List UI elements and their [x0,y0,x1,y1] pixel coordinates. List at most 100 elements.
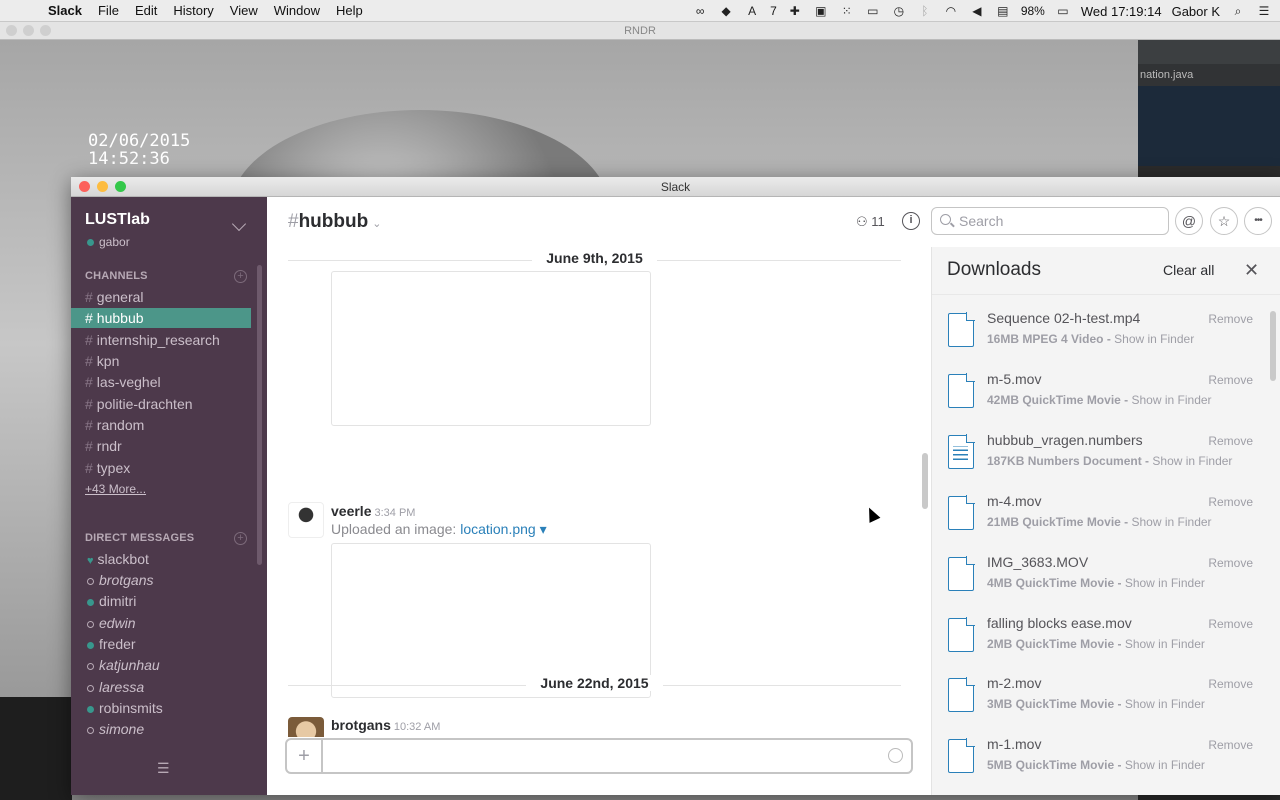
menu-history[interactable]: History [173,3,213,18]
spotlight-icon[interactable]: ⌕ [1230,4,1246,19]
agent-icon[interactable]: ▣ [813,4,829,18]
download-item[interactable]: IMG_3683.MOV 4MB QuickTime Movie - Show … [932,548,1267,609]
remove-button[interactable]: Remove [1208,617,1253,631]
avatar[interactable] [288,502,324,538]
download-item[interactable]: m-2.mov 3MB QuickTime Movie - Show in Fi… [932,669,1267,730]
show-in-finder-link[interactable]: Show in Finder [1152,454,1232,468]
menu-view[interactable]: View [230,3,258,18]
message-author[interactable]: brotgans 10:32 AM [331,717,440,733]
bluetooth-icon[interactable]: ᛒ [917,4,933,18]
remove-button[interactable]: Remove [1208,738,1253,752]
remove-button[interactable]: Remove [1208,677,1253,691]
chevron-down-icon[interactable]: ▾ [536,521,547,537]
sidebar-item-kpn[interactable]: # kpn [71,351,251,371]
emoji-icon[interactable] [888,748,903,763]
plus-icon[interactable]: + [287,740,323,772]
dm-simone[interactable]: simone [71,719,251,739]
show-in-finder-link[interactable]: Show in Finder [1125,637,1205,651]
quick-switcher-icon[interactable]: ☰ [157,760,179,778]
wifi-icon[interactable]: ◠ [943,4,959,18]
more-options-button[interactable]: ••• [1244,207,1272,235]
dm-brotgans[interactable]: brotgans [71,570,251,590]
adobe-icon[interactable]: A [744,4,760,18]
remove-button[interactable]: Remove [1208,434,1253,448]
sidebar-item-typex[interactable]: # typex [71,458,251,478]
remove-button[interactable]: Remove [1208,495,1253,509]
dm-slackbot[interactable]: ♥ slackbot [71,549,251,569]
search-input[interactable]: Search [931,207,1169,235]
mentions-button[interactable]: @ [1175,207,1203,235]
dm-robinsmits[interactable]: robinsmits [71,698,251,718]
time-machine-icon[interactable]: ◷ [891,4,907,18]
minimize-window-button[interactable] [97,181,108,192]
starred-button[interactable]: ☆ [1210,207,1238,235]
notification-center-icon[interactable]: ☰ [1256,4,1272,18]
sidebar-item-internship-research[interactable]: # internship_research [71,330,251,350]
download-item[interactable]: hubbub_vragen.numbers 187KB Numbers Docu… [932,426,1267,487]
message-time[interactable]: 10:32 AM [394,721,440,733]
clock[interactable]: Wed 17:19:14 [1081,4,1162,19]
battery-icon[interactable]: ▭ [1055,4,1071,18]
dm-dimitri[interactable]: dimitri [71,591,251,611]
sidebar-item-las-veghel[interactable]: # las-veghel [71,372,251,392]
flag-icon[interactable]: ▤ [995,4,1011,18]
dropbox-icon[interactable]: ◆ [718,4,734,18]
show-in-finder-link[interactable]: Show in Finder [1132,515,1212,529]
remove-button[interactable]: Remove [1208,556,1253,570]
menu-file[interactable]: File [98,3,119,18]
channel-title[interactable]: #hubbub ⌄ [288,211,381,233]
sidebar-item-hubbub[interactable]: # hubbub [71,308,251,328]
channels-header[interactable]: CHANNELS [85,270,148,282]
dm-edwin[interactable]: edwin [71,613,251,633]
message-author[interactable]: veerle 3:34 PM [331,503,415,519]
show-in-finder-link[interactable]: Show in Finder [1125,758,1205,772]
message-input[interactable]: + [285,738,913,774]
menu-help[interactable]: Help [336,3,363,18]
current-user[interactable]: gabor [87,235,130,249]
show-in-finder-link[interactable]: Show in Finder [1114,332,1194,346]
show-in-finder-link[interactable]: Show in Finder [1132,393,1212,407]
ide-tab[interactable]: nation.java [1138,64,1280,86]
menu-app[interactable]: Slack [48,3,82,18]
download-item[interactable]: falling blocks ease.mov 2MB QuickTime Mo… [932,609,1267,670]
menu-window[interactable]: Window [274,3,320,18]
add-channel-icon[interactable]: + [234,270,247,283]
user-name[interactable]: Gabor K [1172,4,1220,19]
close-window-button[interactable] [79,181,90,192]
dm-katjunhau[interactable]: katjunhau [71,655,251,675]
download-item[interactable]: Sequence 02-h-test.mp4 16MB MPEG 4 Video… [932,304,1267,365]
avatar[interactable] [288,717,324,737]
dm-freder[interactable]: freder [71,634,251,654]
more-channels-link[interactable]: +43 More... [85,482,146,496]
glasses-icon[interactable]: ∞ [692,4,708,18]
plus-icon[interactable]: ✚ [787,4,803,18]
download-item[interactable]: m-1.mov 5MB QuickTime Movie - Show in Fi… [932,730,1267,791]
download-item[interactable]: m-5.mov 42MB QuickTime Movie - Show in F… [932,365,1267,426]
sidebar-scrollbar[interactable] [257,265,262,565]
member-count-button[interactable]: ⚇ 11 [856,214,885,230]
download-item[interactable]: m-4.mov 21MB QuickTime Movie - Show in F… [932,487,1267,548]
volume-icon[interactable]: ◀ [969,4,985,18]
message-scrollbar[interactable] [922,247,928,737]
show-in-finder-link[interactable]: Show in Finder [1125,576,1205,590]
menu-edit[interactable]: Edit [135,3,157,18]
info-icon[interactable]: i [902,212,920,230]
add-dm-icon[interactable]: + [234,532,247,545]
clear-all-button[interactable]: Clear all [1163,262,1214,278]
grid-icon[interactable]: ⁙ [839,4,855,18]
remove-button[interactable]: Remove [1208,373,1253,387]
image-attachment[interactable] [331,271,651,426]
dm-laressa[interactable]: laressa [71,677,251,697]
sidebar-item-random[interactable]: # random [71,415,251,435]
downloads-scrollbar[interactable] [1270,311,1276,381]
team-menu-chevron-icon[interactable] [231,216,247,232]
file-link[interactable]: location.png [460,521,536,537]
direct-messages-header[interactable]: DIRECT MESSAGES [85,532,194,544]
team-name[interactable]: LUSTlab [85,211,150,229]
show-in-finder-link[interactable]: Show in Finder [1125,697,1205,711]
zoom-window-button[interactable] [115,181,126,192]
close-icon[interactable]: ✕ [1244,260,1259,281]
message-time[interactable]: 3:34 PM [374,507,415,519]
airplay-icon[interactable]: ▭ [865,4,881,18]
sidebar-item-general[interactable]: # general [71,287,251,307]
